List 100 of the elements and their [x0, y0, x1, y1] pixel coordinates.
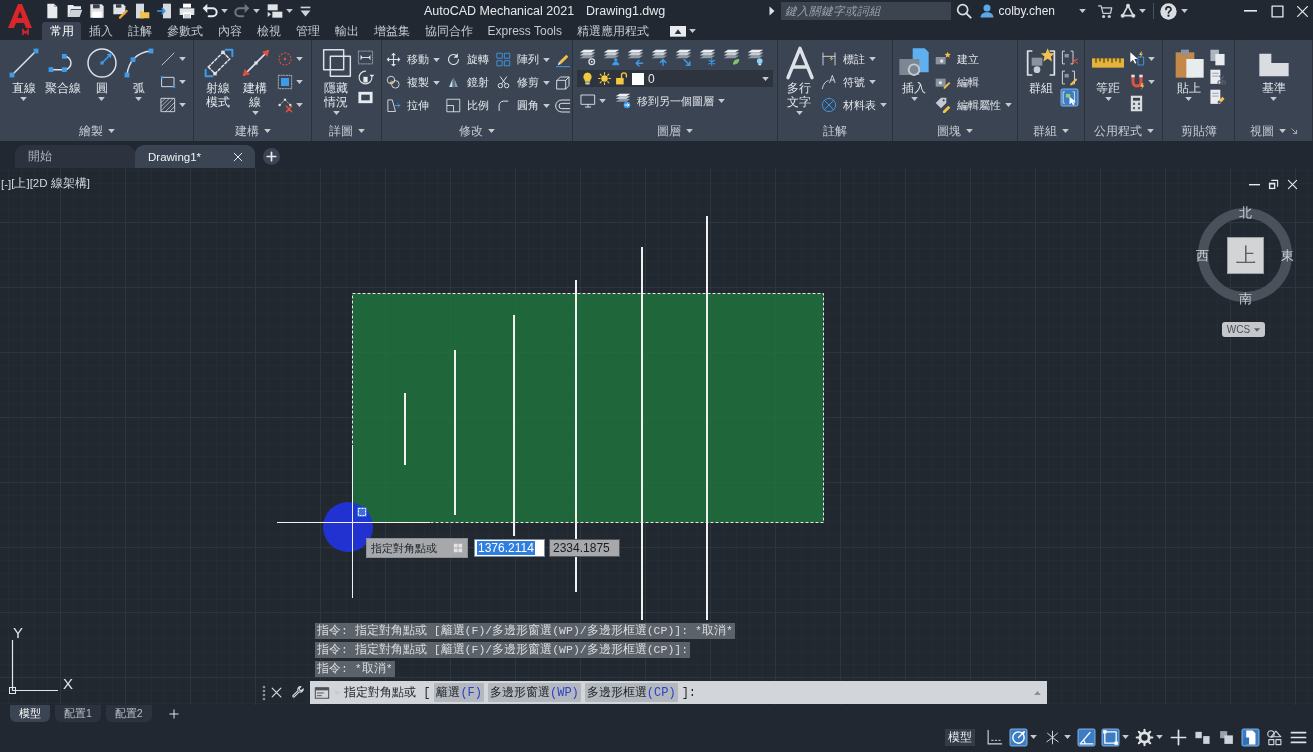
caret-icon[interactable] — [1062, 129, 1069, 133]
folder-icon[interactable] — [66, 3, 83, 19]
panel-title[interactable]: 視圖 — [1249, 123, 1274, 139]
panel-title[interactable]: 修改 — [459, 123, 483, 139]
ribbon-tab[interactable]: 檢視 — [249, 22, 288, 40]
ribbon-tool-button[interactable]: 聚合線 — [43, 45, 82, 97]
panel-title[interactable]: 公用程式 — [1093, 123, 1142, 139]
compass-label[interactable]: 北 — [1238, 206, 1252, 220]
viewport-control[interactable]: [上] — [11, 176, 30, 191]
search-icon[interactable] — [955, 3, 972, 19]
square-corners-icon[interactable] — [1102, 728, 1119, 746]
maximize-icon[interactable] — [1271, 4, 1284, 18]
ribbon-tool-button[interactable]: 直線 — [6, 45, 41, 103]
angle-icon[interactable] — [1078, 728, 1095, 746]
ribbon-tool-button[interactable]: 材料表 — [819, 95, 888, 115]
compass-label[interactable]: 西 — [1195, 249, 1209, 263]
drawing-canvas[interactable]: Y X [-][上][2D 線架構] 北 西 上 東 南 WCS 指定對角點或 1376.2114 2334.1875 指令: 指定對角點或 [籬選(F)/多邊形窗選(WP)/多邊形框選(CP)]: *取消* 指令: 指定對角點或 [籬選(F)/多邊形窗選(WP)/多邊形框選(CP)]: 指令: *取消* 指定對角點或 [ 籬選(F) 多邊形窗選(WP) 多邊形框選(CP) ]: — [0, 168, 1313, 705]
ribbon-tool-button[interactable]: 建立 — [934, 49, 1013, 69]
grip-handle-icon[interactable] — [262, 684, 266, 701]
viewcube-face[interactable]: 上 — [1227, 237, 1264, 274]
stacked-blocks-icon[interactable] — [1218, 728, 1235, 746]
caret-icon[interactable] — [966, 129, 973, 133]
cube-icon[interactable] — [555, 74, 571, 91]
ribbon-tab[interactable]: 內容 — [210, 22, 249, 40]
calculator-icon[interactable] — [1128, 95, 1145, 112]
panel-title[interactable]: 建構 — [234, 123, 259, 139]
ribbon-tool-button[interactable]: 弧 — [121, 45, 156, 103]
compass-ring[interactable] — [1195, 205, 1295, 305]
space-toggle[interactable]: 模型 — [945, 728, 975, 746]
grid-axes-icon[interactable] — [986, 728, 1003, 746]
caret-icon[interactable] — [1278, 129, 1286, 133]
group-cross-icon[interactable] — [1061, 49, 1078, 66]
layout-tab[interactable]: 配置1 — [55, 705, 101, 722]
ribbon-tab[interactable]: 參數式 — [159, 22, 210, 40]
documents-icon[interactable] — [1208, 49, 1226, 66]
shapes-icon[interactable] — [1266, 728, 1283, 746]
caret-icon[interactable] — [263, 129, 271, 133]
document-scissors-icon[interactable] — [1208, 69, 1226, 86]
command-option[interactable]: 籬選(F) — [434, 683, 484, 702]
command-window-icon[interactable] — [314, 684, 330, 701]
close-icon[interactable] — [270, 686, 283, 699]
ribbon-tool-button[interactable] — [1128, 49, 1156, 69]
wrench-icon[interactable] — [291, 685, 305, 700]
close-icon[interactable] — [233, 151, 243, 162]
ribbon-tool-button[interactable]: 群組 — [1024, 45, 1058, 97]
star-lines-icon[interactable] — [1044, 728, 1061, 746]
ribbon-tab[interactable]: 輸出 — [327, 22, 366, 40]
ribbon-tool-button[interactable]: 拉伸 — [385, 95, 431, 116]
file-tab[interactable]: 開始 — [15, 145, 135, 168]
layout-tab[interactable]: 模型 — [10, 705, 50, 722]
caret-icon[interactable] — [357, 129, 365, 133]
printer-icon[interactable] — [179, 3, 195, 19]
caret-icon[interactable] — [1064, 735, 1071, 739]
caret-icon[interactable] — [1030, 735, 1037, 739]
gear-icon[interactable] — [1136, 728, 1153, 746]
ribbon-tool-button[interactable]: 編輯 — [934, 72, 1013, 92]
ribbon-tab[interactable]: 常用 — [42, 22, 81, 40]
search-field[interactable]: 鍵入關鍵字或詞組 — [780, 2, 951, 20]
plus-icon[interactable] — [1170, 728, 1187, 746]
layers-arrows-icon[interactable] — [651, 49, 668, 66]
circle-arrow-icon[interactable] — [1010, 728, 1027, 746]
layers-arrow-icon[interactable] — [627, 49, 644, 66]
layers-person-icon[interactable] — [603, 49, 620, 66]
ribbon-tool-button[interactable]: 射線模式 — [201, 45, 236, 111]
panel-title[interactable]: 繪製 — [78, 123, 103, 139]
user-name[interactable]: colby.chen — [998, 4, 1055, 18]
undo-icon[interactable] — [201, 3, 218, 19]
layers-leaf-icon[interactable] — [723, 49, 740, 66]
panel-toggle-icon[interactable] — [670, 25, 687, 37]
ribbon-tool-button[interactable]: 貼上 — [1171, 45, 1206, 103]
panel-title[interactable]: 圖塊 — [937, 123, 961, 139]
ribbon-tool-button[interactable]: 移動 — [385, 49, 441, 70]
ribbon-tool-button[interactable]: 修剪 — [495, 72, 551, 93]
ribbon-tab[interactable]: 增益集 — [366, 22, 417, 40]
caret-icon[interactable] — [1079, 9, 1086, 13]
layer-dropdown[interactable]: 0 — [577, 70, 773, 87]
dropdown-menu-icon[interactable] — [299, 4, 312, 18]
app-logo[interactable] — [6, 2, 34, 36]
panel-title[interactable]: 詳圖 — [328, 123, 353, 139]
caret-icon[interactable] — [220, 9, 228, 13]
coordinate-system-menu[interactable]: WCS — [1222, 322, 1265, 337]
ribbon-tool-button[interactable]: 編輯屬性 — [934, 95, 1013, 115]
ribbon-tab[interactable]: 精選應用程式 — [569, 22, 657, 40]
stacked-windows-icon[interactable] — [266, 3, 283, 19]
launcher-arrow-icon[interactable] — [1290, 127, 1298, 135]
ribbon-tool-button[interactable] — [579, 91, 607, 111]
panel-title[interactable]: 群組 — [1033, 123, 1057, 139]
caret-icon[interactable] — [689, 29, 697, 33]
ribbon-tab[interactable]: 註解 — [120, 22, 159, 40]
caret-icon[interactable] — [686, 129, 693, 133]
ribbon-tool-button[interactable]: 符號 — [819, 72, 888, 92]
layers-diagonal-arrow-icon[interactable] — [675, 49, 692, 66]
ribbon-tool-button[interactable]: 圓 — [84, 45, 119, 103]
close-icon[interactable] — [1287, 179, 1298, 190]
caret-icon[interactable] — [253, 9, 260, 13]
caret-icon[interactable] — [1146, 129, 1154, 133]
command-option[interactable]: 多邊形窗選(WP) — [488, 683, 581, 702]
ribbon-tool-button[interactable]: 插入 — [897, 45, 931, 103]
ribbon-tab[interactable]: Express Tools — [480, 22, 570, 40]
command-option[interactable]: 多邊形框選(CP) — [584, 683, 678, 702]
